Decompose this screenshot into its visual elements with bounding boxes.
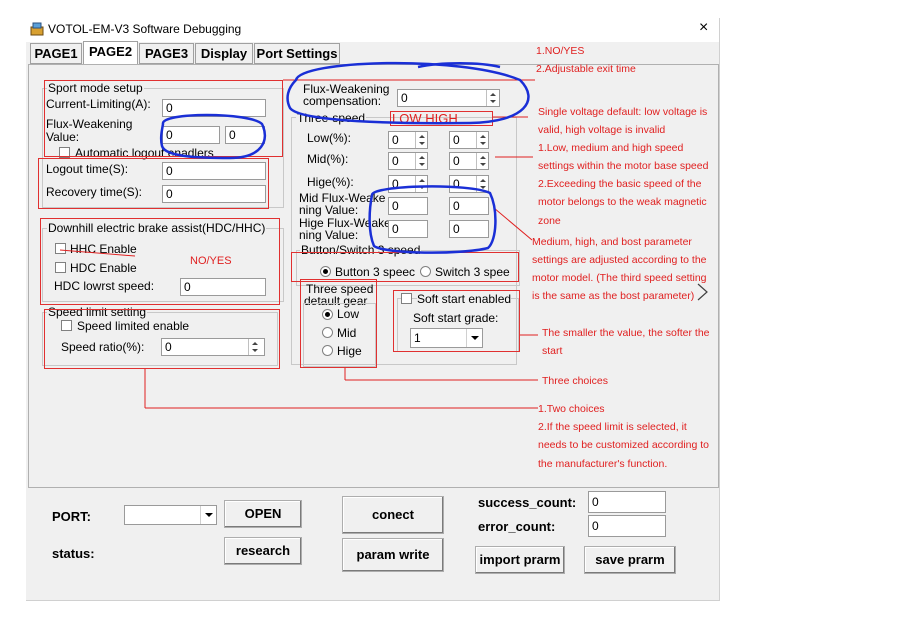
note-speed-7: zone xyxy=(538,215,561,227)
annotation-overlay xyxy=(59,61,708,409)
note-speed-6: motor belongs to the weak magnetic xyxy=(538,196,707,208)
note-three-choices: Three choices xyxy=(542,375,608,387)
note-speed-10: motor model. (The third speed setting xyxy=(532,272,707,284)
note-limit-1: 1.Two choices xyxy=(538,403,605,415)
note-soft-1: The smaller the value, the softer the xyxy=(542,327,710,339)
note-speed-2: valid, high voltage is invalid xyxy=(538,124,666,136)
note-speed-11: is the same as the bost parameter) xyxy=(532,290,695,302)
note-limit-3: needs to be customized according to xyxy=(538,439,710,451)
note-speed-1: Single voltage default: low voltage is xyxy=(538,106,708,118)
note-top-1: 1.NO/YES xyxy=(536,45,585,57)
note-speed-3: 1.Low, medium and high speed xyxy=(538,142,684,154)
note-top-2: 2.Adjustable exit time xyxy=(536,63,636,75)
note-speed-5: 2.Exceeding the basic speed of the xyxy=(538,178,702,190)
note-speed-4: settings within the motor base speed xyxy=(538,160,709,172)
note-limit-4: the manufacturer's function. xyxy=(538,458,668,470)
note-speed-8: Medium, high, and bost parameter xyxy=(532,236,692,248)
note-soft-2: start xyxy=(542,345,563,357)
note-limit-2: 2.If the speed limit is selected, it xyxy=(538,421,687,433)
note-speed-9: settings are adjusted according to the xyxy=(532,254,707,266)
